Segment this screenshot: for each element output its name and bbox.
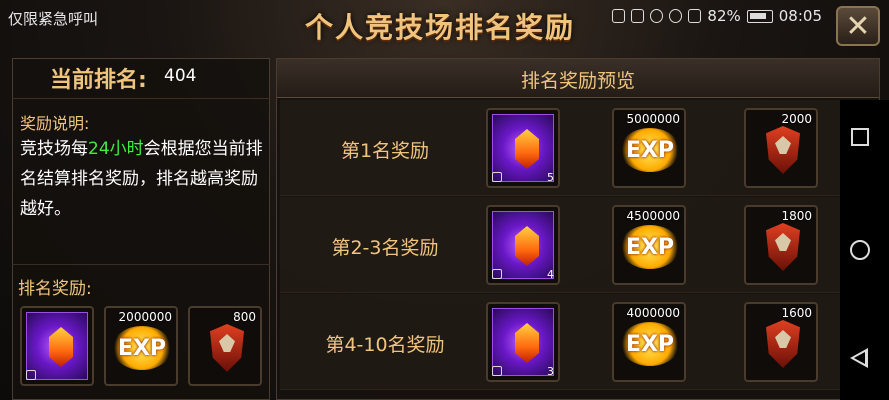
exp-icon: EXP bbox=[620, 322, 680, 366]
row-label: 第2-3名奖励 bbox=[331, 237, 439, 259]
item-count: 5 bbox=[547, 171, 554, 184]
recents-icon[interactable] bbox=[851, 128, 869, 146]
row-label: 第4-10名奖励 bbox=[325, 334, 445, 356]
item-quantity: 2000000 bbox=[118, 310, 172, 324]
item-count: 4 bbox=[547, 268, 554, 281]
item-quantity: 800 bbox=[233, 310, 256, 324]
close-icon: ✕ bbox=[845, 8, 871, 44]
crystal-reward-item[interactable]: 4 bbox=[486, 205, 560, 285]
lock-icon bbox=[492, 366, 502, 376]
item-quantity: 2000 bbox=[781, 112, 812, 126]
battery-percent: 82% bbox=[707, 7, 741, 25]
crystal-icon bbox=[49, 327, 73, 367]
item-quantity: 1800 bbox=[781, 209, 812, 223]
rank-value: 404 bbox=[164, 66, 197, 86]
crystal-reward-item[interactable]: 3 bbox=[486, 302, 560, 382]
crystal-icon bbox=[515, 129, 539, 169]
honor-reward-item[interactable]: 1800 bbox=[744, 205, 818, 285]
row-label: 第1名奖励 bbox=[340, 140, 430, 162]
lock-icon bbox=[492, 172, 502, 182]
carrier-text: 仅限紧急呼叫 bbox=[8, 10, 99, 28]
shield-icon bbox=[766, 126, 800, 174]
crystal-reward-item[interactable]: 5 bbox=[486, 108, 560, 188]
exp-reward-item[interactable]: 4500000 EXP bbox=[612, 205, 686, 285]
exp-reward-item[interactable]: 5000000 EXP bbox=[612, 108, 686, 188]
lock-icon bbox=[492, 269, 502, 279]
rank-label: 当前排名: bbox=[50, 68, 147, 93]
exp-reward-item[interactable]: 2000000 EXP bbox=[104, 306, 178, 386]
current-rank-row: 当前排名: 404 bbox=[12, 58, 270, 99]
back-icon[interactable] bbox=[850, 348, 868, 368]
desc-part-1: 竞技场每 bbox=[20, 139, 88, 159]
game-screen: 仅限紧急呼叫 82% 08:05 个人竞技场排名奖励 ✕ 当前排名: 404 奖… bbox=[0, 0, 889, 400]
close-button[interactable]: ✕ bbox=[836, 6, 880, 46]
page-title: 个人竞技场排名奖励 bbox=[304, 11, 575, 44]
exp-reward-item[interactable]: 4000000 EXP bbox=[612, 302, 686, 382]
item-quantity: 4500000 bbox=[626, 209, 680, 223]
shield-icon bbox=[766, 223, 800, 271]
item-count: 3 bbox=[547, 365, 554, 378]
honor-reward-item[interactable]: 800 bbox=[188, 306, 262, 386]
lock-icon bbox=[26, 370, 36, 380]
item-quantity: 1600 bbox=[781, 306, 812, 320]
preview-title: 排名奖励预览 bbox=[520, 70, 635, 92]
crystal-icon bbox=[515, 323, 539, 363]
battery-icon bbox=[746, 9, 773, 23]
crystal-reward-item[interactable] bbox=[20, 306, 94, 386]
home-icon[interactable] bbox=[850, 240, 870, 260]
reward-desc: 竞技场每24小时会根据您当前排名结算排名奖励，排名越高奖励越好。 bbox=[20, 134, 266, 224]
clock: 08:05 bbox=[778, 7, 822, 25]
crystal-icon bbox=[515, 226, 539, 266]
exp-icon: EXP bbox=[620, 225, 680, 269]
item-quantity: 5000000 bbox=[626, 112, 680, 126]
honor-reward-item[interactable]: 1600 bbox=[744, 302, 818, 382]
shield-icon bbox=[766, 320, 800, 368]
shield-icon bbox=[210, 324, 244, 372]
honor-reward-item[interactable]: 2000 bbox=[744, 108, 818, 188]
exp-icon: EXP bbox=[620, 128, 680, 172]
item-quantity: 4000000 bbox=[626, 306, 680, 320]
reward-desc-title: 奖励说明: bbox=[20, 114, 90, 133]
exp-icon: EXP bbox=[112, 326, 172, 370]
reward-section-title: 排名奖励: bbox=[18, 279, 92, 299]
sim-icon bbox=[688, 9, 702, 23]
desc-highlight: 24小时 bbox=[88, 139, 144, 159]
